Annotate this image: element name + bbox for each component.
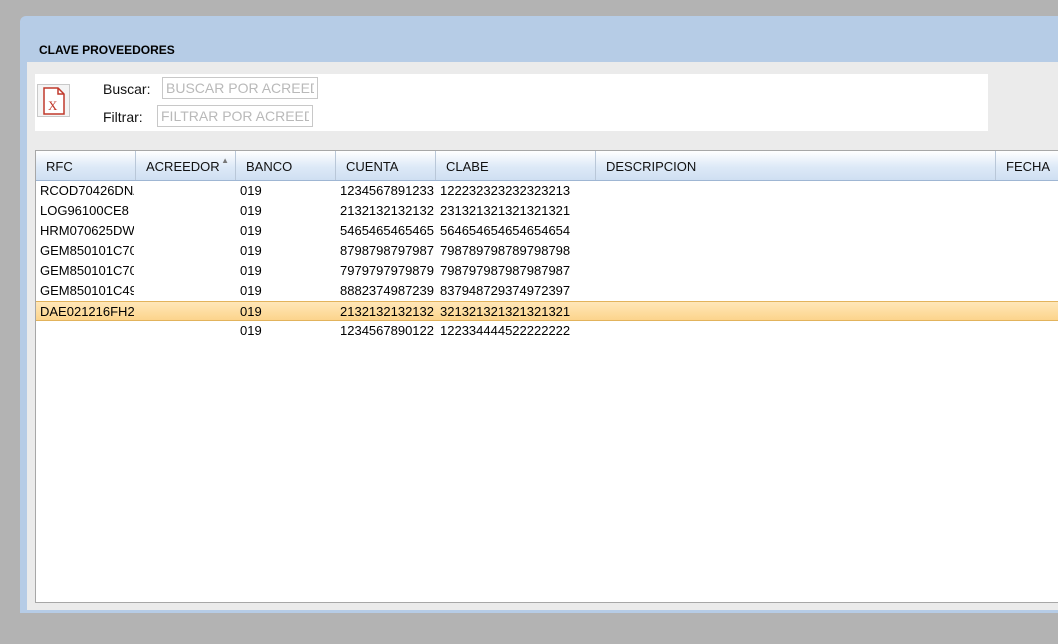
column-header-acreedor[interactable]: ACREEDOR ▲ — [136, 151, 236, 180]
column-header-fecha[interactable]: FECHA — [996, 151, 1058, 180]
clave-proveedores-window: CLAVE PROVEEDORES X Buscar: Filtrar: RFC… — [20, 16, 1058, 613]
column-header-label: CLABE — [446, 159, 489, 174]
filter-label: Filtrar: — [103, 109, 143, 125]
search-label: Buscar: — [103, 81, 151, 97]
cell-fecha — [1000, 241, 1058, 261]
cell-descripcion — [600, 201, 994, 221]
cell-rfc: GEM850101C49 — [40, 283, 134, 298]
cell-clabe: 798797987987987987 — [440, 263, 571, 278]
column-header-label: CUENTA — [346, 159, 399, 174]
cell-descripcion — [600, 261, 994, 281]
cell-fecha — [1000, 261, 1058, 281]
table-row[interactable]: GEM850101C70 019 7979797979879 798797987987… — [36, 261, 1058, 281]
cell-descripcion — [600, 302, 994, 322]
cell-rfc — [40, 321, 134, 341]
cell-clabe: 122334444522222222 — [440, 323, 571, 338]
cell-clabe: 122232323232323213 — [440, 183, 571, 198]
table-row[interactable]: LOG96100CE8 019 2132132132132 2313213213213… — [36, 201, 1058, 221]
cell-cuenta: 2132132132132 — [340, 203, 434, 218]
cell-clabe: 564654654654654654 — [440, 223, 571, 238]
cell-banco: 019 — [240, 183, 262, 198]
cell-clabe: 231321321321321321 — [440, 203, 571, 218]
cell-clabe: 837948729374972397 — [440, 283, 571, 298]
cell-fecha — [1000, 321, 1058, 341]
column-header-label: DESCRIPCION — [606, 159, 697, 174]
cell-descripcion — [600, 181, 994, 201]
cell-cuenta: 7979797979879 — [340, 263, 434, 278]
proveedores-grid: RFC ACREEDOR ▲ BANCO CUENTA CLABE DESCRIPCION F… — [35, 150, 1058, 603]
cell-rfc: RCOD70426DNA — [40, 183, 134, 198]
cell-acreedor — [140, 201, 234, 221]
column-header-cuenta[interactable]: CUENTA — [336, 151, 436, 180]
cell-cuenta: 5465465465465 — [340, 223, 434, 238]
cell-banco: 019 — [240, 223, 262, 238]
cell-acreedor — [140, 302, 234, 322]
cell-fecha — [1000, 201, 1058, 221]
table-row-selected[interactable]: DAE021216FH2 019 2132132132132 321321321321… — [36, 301, 1058, 321]
cell-rfc: DAE021216FH2 — [40, 304, 134, 319]
cell-banco: 019 — [240, 304, 262, 319]
cell-acreedor — [140, 221, 234, 241]
table-row[interactable]: GEM850101C70 019 8798798797987 798789798789… — [36, 241, 1058, 261]
cell-banco: 019 — [240, 243, 262, 258]
cell-descripcion — [600, 241, 994, 261]
excel-export-icon: X — [43, 87, 65, 115]
cell-rfc: GEM850101C70 — [40, 243, 134, 258]
excel-glyph: X — [48, 98, 58, 113]
filter-input[interactable] — [157, 105, 313, 127]
cell-rfc: HRM070625DW — [40, 223, 134, 238]
cell-cuenta: 1234567890122 — [340, 323, 434, 338]
content-panel: X Buscar: Filtrar: RFC ACREEDOR▲ BANCO CUEN… — [27, 62, 1058, 610]
cell-banco: 019 — [240, 203, 262, 218]
cell-acreedor — [140, 321, 234, 341]
cell-cuenta: 2132132132132 — [340, 304, 434, 319]
column-header-label: FECHA — [1006, 159, 1051, 174]
cell-cuenta: 8798798797987 — [340, 243, 434, 258]
sort-ascending-icon: ▲ — [221, 156, 229, 165]
cell-descripcion — [600, 221, 994, 241]
table-row[interactable]: RCOD70426DNA 019 1234567891233 122232323232… — [36, 181, 1058, 201]
table-row[interactable]: 019 1234567890122 122334444522222222 — [36, 321, 1058, 341]
column-header-banco[interactable]: BANCO — [236, 151, 336, 180]
cell-acreedor — [140, 261, 234, 281]
table-row[interactable]: HRM070625DW 019 5465465465465 5646546546546… — [36, 221, 1058, 241]
cell-cuenta: 8882374987239 — [340, 283, 434, 298]
column-header-label: BANCO — [246, 159, 293, 174]
cell-banco: 019 — [240, 323, 262, 338]
cell-acreedor — [140, 281, 234, 301]
window-title: CLAVE PROVEEDORES — [39, 43, 175, 57]
cell-acreedor — [140, 181, 234, 201]
cell-clabe: 321321321321321321 — [440, 304, 571, 319]
cell-clabe: 798789798789798798 — [440, 243, 571, 258]
cell-fecha — [1000, 221, 1058, 241]
table-row[interactable]: GEM850101C49 019 8882374987239 837948729374… — [36, 281, 1058, 301]
export-excel-button[interactable]: X — [37, 84, 70, 117]
cell-banco: 019 — [240, 263, 262, 278]
column-header-label: RFC — [46, 159, 73, 174]
cell-fecha — [1000, 181, 1058, 201]
search-input[interactable] — [162, 77, 318, 99]
cell-descripcion — [600, 321, 994, 341]
toolbar: X Buscar: Filtrar: — [35, 74, 988, 131]
cell-rfc: GEM850101C70 — [40, 263, 134, 278]
cell-descripcion — [600, 281, 994, 301]
cell-fecha — [1000, 302, 1058, 322]
column-header-label: ACREEDOR — [146, 159, 220, 174]
grid-header: RFC ACREEDOR ▲ BANCO CUENTA CLABE DESCRIPCION F… — [36, 151, 1058, 181]
cell-rfc: LOG96100CE8 — [40, 203, 129, 218]
cell-acreedor — [140, 241, 234, 261]
column-header-descripcion[interactable]: DESCRIPCION — [596, 151, 996, 180]
column-header-clabe[interactable]: CLABE — [436, 151, 596, 180]
cell-fecha — [1000, 281, 1058, 301]
cell-banco: 019 — [240, 283, 262, 298]
column-header-rfc[interactable]: RFC — [36, 151, 136, 180]
cell-cuenta: 1234567891233 — [340, 183, 434, 198]
